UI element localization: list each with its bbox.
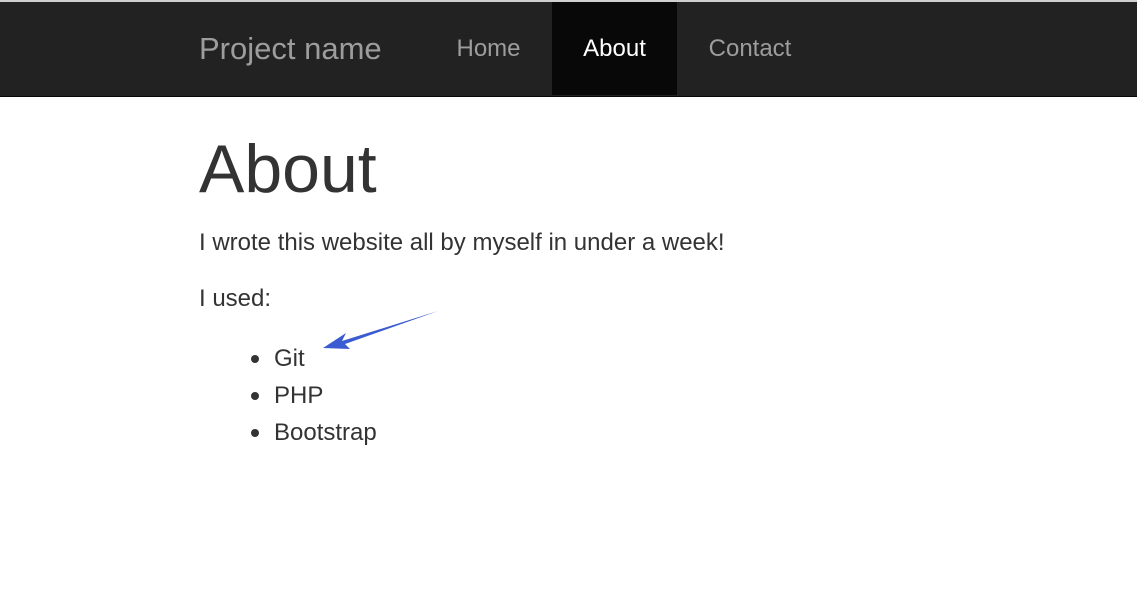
tools-list: Git PHP Bootstrap: [199, 340, 377, 451]
page-title: About: [199, 131, 377, 207]
tool-label: Git: [274, 345, 305, 372]
list-item: PHP: [199, 377, 377, 414]
nav-item-about[interactable]: About: [552, 2, 677, 95]
intro-paragraph: I wrote this website all by myself in un…: [199, 229, 725, 256]
bullet-icon: [251, 392, 259, 400]
nav-item-contact[interactable]: Contact: [677, 2, 823, 95]
tool-label: Bootstrap: [274, 419, 377, 446]
navbar-brand-link[interactable]: Project name: [199, 2, 382, 95]
bullet-icon: [251, 355, 259, 363]
bullet-icon: [251, 429, 259, 437]
tool-label: PHP: [274, 382, 324, 409]
nav-item-home[interactable]: Home: [426, 2, 551, 95]
top-navbar: Project name Home About Contact: [0, 2, 1137, 97]
annotation-arrow-icon: [323, 311, 438, 349]
list-item: Bootstrap: [199, 414, 377, 451]
used-label: I used:: [199, 285, 272, 312]
